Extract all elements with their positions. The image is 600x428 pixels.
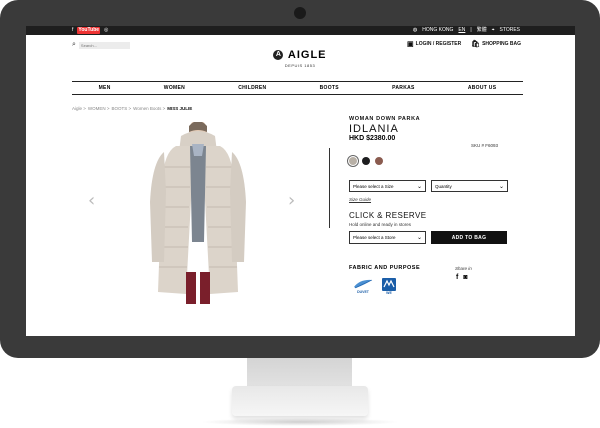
- social-links: f YouTube ◎: [72, 27, 108, 34]
- login-label: LOGIN / REGISTER: [415, 41, 462, 47]
- stores-link[interactable]: STORES: [500, 27, 520, 34]
- chevron-down-icon: ⌄: [416, 183, 422, 190]
- shopping-bag-link[interactable]: 🛍︎ SHOPPING BAG: [471, 40, 521, 48]
- click-reserve-subtitle: Hold online and ready in stores: [349, 222, 412, 227]
- account-links: ▣ LOGIN / REGISTER 🛍︎ SHOPPING BAG: [407, 40, 521, 48]
- color-swatch[interactable]: [347, 155, 359, 167]
- duvet-badge-label: DUVET: [357, 290, 369, 294]
- logo-name: AIGLE: [287, 48, 327, 61]
- duvet-badge: DUVET: [352, 278, 374, 295]
- fabric-badges: DUVET WE: [352, 278, 396, 295]
- we-badge: WE: [382, 278, 396, 295]
- nav-about-us[interactable]: ABOUT US: [468, 85, 497, 91]
- top-bar: f YouTube ◎ ◍ HONG KONG EN | 繁體 ⌖ STORES: [26, 26, 575, 35]
- duvet-feather-icon: [354, 279, 373, 289]
- size-guide-link[interactable]: Size Guide: [349, 197, 371, 202]
- location-pin-icon: ⌖: [491, 27, 495, 33]
- nav-children[interactable]: CHILDREN: [238, 85, 266, 91]
- facebook-icon[interactable]: f: [72, 27, 73, 34]
- product-category: WOMAN DOWN PARKA: [349, 116, 421, 122]
- screen: f YouTube ◎ ◍ HONG KONG EN | 繁體 ⌖ STORES…: [26, 26, 575, 336]
- nav-men[interactable]: MEN: [99, 85, 111, 91]
- store-select-label: Please select a Store: [353, 235, 396, 240]
- product-sku: SKU # F6093: [471, 143, 499, 148]
- fabric-purpose-title: FABRIC AND PURPOSE: [349, 265, 421, 271]
- quantity-select[interactable]: Quantity ⌄: [431, 180, 508, 192]
- product-name: IDLANIA: [349, 123, 399, 135]
- store-row: Please select a Store ⌄ ADD TO BAG: [349, 231, 507, 244]
- size-qty-row: Please select a Size ⌄ Quantity ⌄: [349, 180, 508, 192]
- instagram-icon[interactable]: ◎: [104, 27, 108, 34]
- main-nav: MEN WOMEN CHILDREN BOOTS PARKAS ABOUT US: [72, 81, 523, 95]
- logo-mark-icon: A: [273, 49, 284, 60]
- nav-women[interactable]: WOMEN: [164, 85, 185, 91]
- size-select-label: Please select a Size: [353, 183, 394, 189]
- breadcrumb-current: MISS JULIE: [167, 106, 193, 111]
- stand-shadow: [200, 418, 400, 426]
- lang-en-link[interactable]: EN: [458, 27, 465, 34]
- vertical-divider: [329, 148, 330, 228]
- product-photo: [150, 120, 246, 304]
- chevron-down-icon: ⌄: [416, 235, 422, 241]
- shopping-bag-label: SHOPPING BAG: [482, 41, 521, 47]
- store-select[interactable]: Please select a Store ⌄: [349, 231, 426, 244]
- add-to-bag-button[interactable]: ADD TO BAG: [431, 231, 507, 244]
- share-icons: f ◙: [456, 274, 468, 281]
- facebook-share-icon[interactable]: f: [456, 274, 458, 281]
- user-icon: ▣: [407, 41, 414, 48]
- nav-parkas[interactable]: PARKAS: [392, 85, 415, 91]
- search-icon[interactable]: ⌕: [72, 41, 76, 49]
- youtube-icon[interactable]: YouTube: [77, 27, 101, 34]
- bag-icon: 🛍︎: [471, 41, 481, 48]
- product-info: WOMAN DOWN PARKA IDLANIA HKD $2380.00 SK…: [347, 116, 509, 295]
- breadcrumb-boots[interactable]: BOOTS >: [112, 106, 132, 111]
- instagram-share-icon[interactable]: ◙: [463, 274, 467, 281]
- color-swatch[interactable]: [362, 157, 370, 165]
- color-swatch[interactable]: [375, 157, 383, 165]
- we-badge-label: WE: [386, 291, 392, 295]
- search-bar: ⌕: [72, 41, 130, 49]
- prev-arrow-icon[interactable]: ‹: [88, 192, 95, 210]
- lang-divider: |: [470, 27, 472, 33]
- next-arrow-icon[interactable]: ›: [288, 192, 295, 210]
- size-select[interactable]: Please select a Size ⌄: [349, 180, 426, 192]
- breadcrumb-women[interactable]: WOMEN >: [88, 106, 110, 111]
- quantity-select-label: Quantity: [435, 183, 452, 189]
- webcam: [294, 7, 306, 19]
- breadcrumb: Aigle > WOMEN > BOOTS > Women Boots > MI…: [72, 106, 192, 111]
- monitor-stand-base: [232, 386, 368, 416]
- nav-boots[interactable]: BOOTS: [320, 85, 339, 91]
- search-input[interactable]: [78, 41, 130, 49]
- breadcrumb-aigle[interactable]: Aigle >: [72, 106, 86, 111]
- color-swatches: [347, 155, 383, 167]
- top-bar-right: ◍ HONG KONG EN | 繁體 ⌖ STORES: [413, 27, 520, 34]
- product-gallery: ‹ ›: [86, 120, 306, 324]
- click-reserve-title: CLICK & RESERVE: [349, 211, 427, 220]
- logo-tagline: DEPUIS 1853: [284, 63, 316, 68]
- product-price: HKD $2380.00: [349, 135, 396, 142]
- region-label[interactable]: HONG KONG: [422, 27, 453, 34]
- monitor-bezel: f YouTube ◎ ◍ HONG KONG EN | 繁體 ⌖ STORES…: [0, 0, 600, 358]
- globe-icon: ◍: [412, 27, 418, 33]
- lang-zh-link[interactable]: 繁體: [477, 27, 487, 34]
- login-link[interactable]: ▣ LOGIN / REGISTER: [407, 40, 461, 48]
- breadcrumb-women-boots[interactable]: Women Boots >: [133, 106, 165, 111]
- chevron-down-icon: ⌄: [498, 183, 504, 190]
- brand-logo[interactable]: A AIGLE DEPUIS 1853: [270, 46, 330, 68]
- share-in-label: Share in: [455, 266, 472, 271]
- we-logo-icon: [382, 278, 396, 291]
